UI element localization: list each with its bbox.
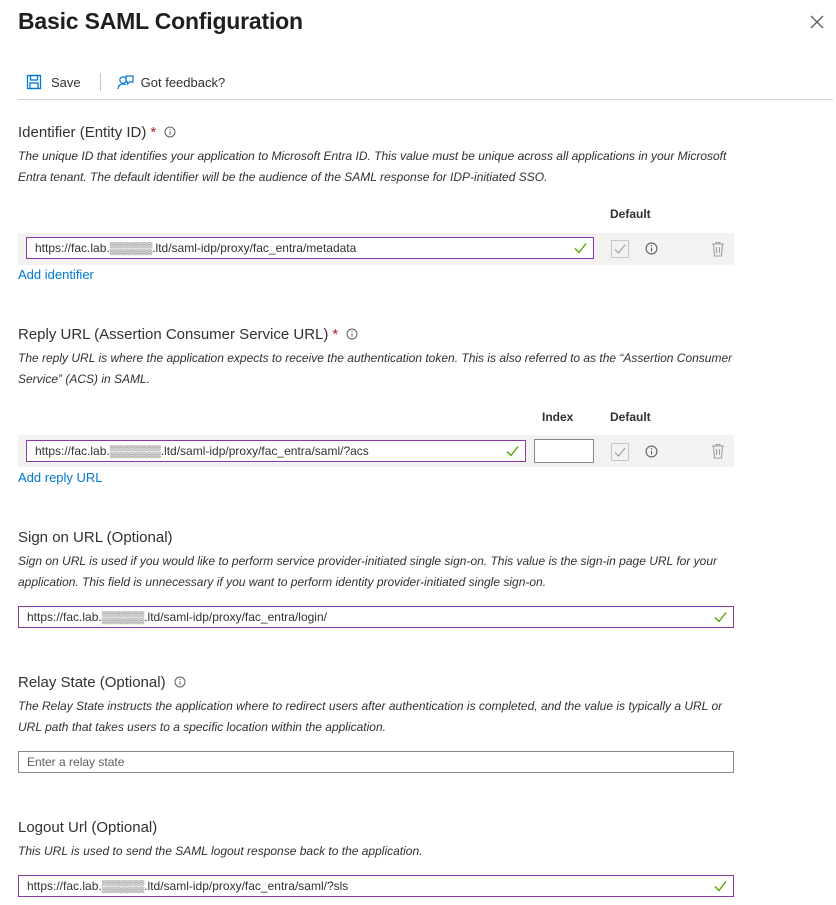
delete-icon[interactable] — [711, 443, 725, 459]
save-label: Save — [51, 74, 81, 90]
checkmark-icon — [574, 243, 587, 254]
checkbox-check-icon — [614, 447, 626, 457]
feedback-button[interactable]: Got feedback? — [117, 74, 226, 91]
identifier-description: The unique ID that identifies your appli… — [18, 149, 727, 184]
info-icon[interactable] — [174, 676, 186, 688]
info-icon[interactable] — [645, 445, 658, 458]
default-checkbox[interactable] — [611, 443, 629, 461]
save-icon — [26, 74, 42, 90]
sign-on-url-input[interactable]: https://fac.lab.▒▒▒▒▒.ltd/saml-idp/proxy… — [18, 606, 734, 628]
identifier-section: Identifier (Entity ID) * The unique ID t… — [18, 122, 738, 188]
command-bar: Save Got feedback? — [18, 70, 225, 94]
logout-url-input[interactable]: https://fac.lab.▒▒▒▒▒.ltd/saml-idp/proxy… — [18, 875, 734, 897]
sign-on-description: Sign on URL is used if you would like to… — [18, 554, 718, 589]
identifier-value: https://fac.lab.▒▒▒▒▒.ltd/saml-idp/proxy… — [35, 241, 357, 255]
reply-url-value: https://fac.lab.▒▒▒▒▒▒.ltd/saml-idp/prox… — [35, 444, 369, 458]
checkbox-check-icon — [614, 244, 626, 254]
sign-on-title: Sign on URL (Optional) — [18, 528, 173, 546]
feedback-icon — [117, 74, 134, 89]
delete-icon[interactable] — [711, 241, 725, 257]
required-marker: * — [332, 325, 339, 343]
sign-on-section: Sign on URL (Optional) Sign on URL is us… — [18, 527, 738, 593]
logout-description: This URL is used to send the SAML logout… — [18, 844, 423, 858]
info-icon[interactable] — [164, 126, 176, 138]
logout-section: Logout Url (Optional) This URL is used t… — [18, 817, 738, 862]
feedback-label: Got feedback? — [140, 74, 226, 90]
info-icon[interactable] — [645, 242, 658, 255]
add-identifier-link[interactable]: Add identifier — [18, 267, 94, 282]
toolbar-divider-line — [18, 99, 833, 100]
checkmark-icon — [714, 612, 727, 623]
logout-title: Logout Url (Optional) — [18, 818, 158, 836]
checkmark-icon — [714, 881, 727, 892]
close-icon[interactable] — [808, 13, 826, 31]
identifier-title: Identifier (Entity ID) — [18, 123, 147, 141]
relay-state-title: Relay State (Optional) — [18, 673, 166, 691]
default-column-header: Default — [610, 410, 651, 424]
sign-on-url-value: https://fac.lab.▒▒▒▒▒.ltd/saml-idp/proxy… — [27, 610, 327, 624]
reply-url-input[interactable]: https://fac.lab.▒▒▒▒▒▒.ltd/saml-idp/prox… — [26, 440, 526, 462]
default-column-header: Default — [610, 207, 651, 221]
reply-url-description: The reply URL is where the application e… — [18, 351, 733, 386]
toolbar-divider — [99, 73, 101, 91]
save-button[interactable]: Save — [18, 74, 81, 90]
checkmark-icon — [506, 446, 519, 457]
relay-state-description: The Relay State instructs the applicatio… — [18, 699, 723, 734]
required-marker: * — [150, 123, 157, 141]
relay-state-section: Relay State (Optional) The Relay State i… — [18, 672, 738, 738]
relay-state-input[interactable]: Enter a relay state — [18, 751, 734, 773]
page-title: Basic SAML Configuration — [18, 8, 303, 34]
info-icon[interactable] — [346, 328, 358, 340]
add-reply-url-link[interactable]: Add reply URL — [18, 470, 103, 485]
logout-url-value: https://fac.lab.▒▒▒▒▒.ltd/saml-idp/proxy… — [27, 879, 349, 893]
relay-state-placeholder: Enter a relay state — [27, 755, 125, 769]
identifier-input[interactable]: https://fac.lab.▒▒▒▒▒.ltd/saml-idp/proxy… — [26, 237, 594, 259]
default-checkbox[interactable] — [611, 240, 629, 258]
index-column-header: Index — [542, 410, 574, 424]
reply-url-section: Reply URL (Assertion Consumer Service UR… — [18, 324, 738, 390]
reply-url-title: Reply URL (Assertion Consumer Service UR… — [18, 325, 329, 343]
index-input[interactable] — [534, 439, 594, 463]
